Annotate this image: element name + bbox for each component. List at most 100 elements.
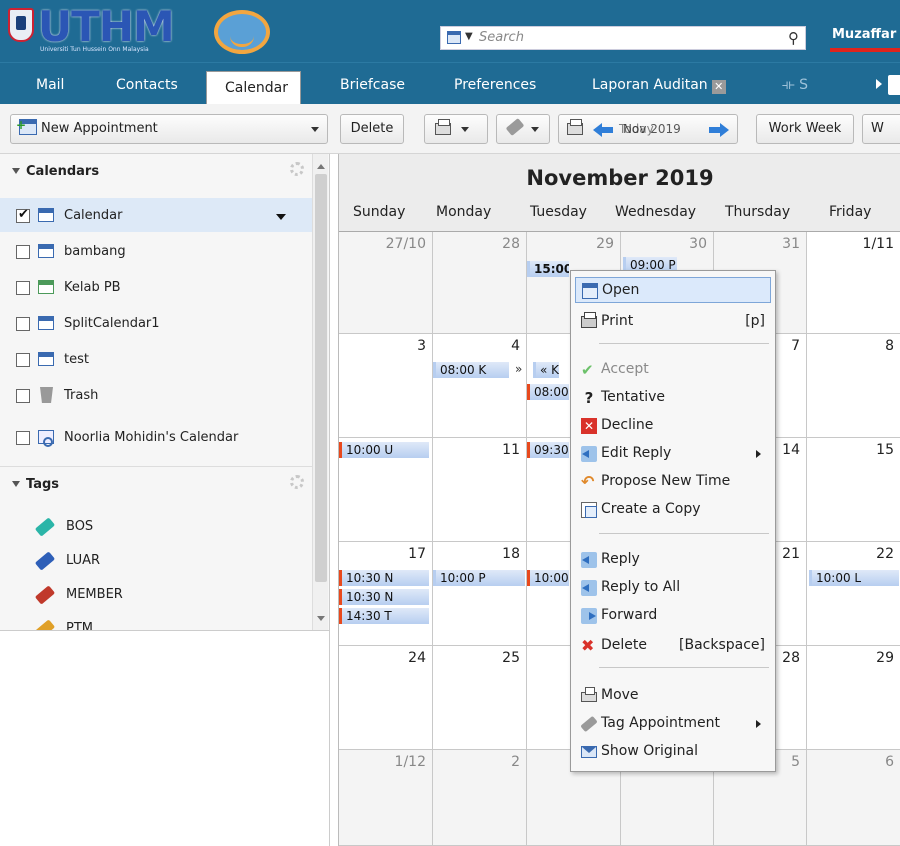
- scrollbar-thumb[interactable]: [315, 174, 327, 582]
- move-button[interactable]: [424, 114, 488, 144]
- chevron-down-icon[interactable]: [531, 127, 539, 132]
- tag-item-member[interactable]: MEMBER: [0, 578, 312, 612]
- day-number[interactable]: 4: [511, 338, 520, 354]
- day-number[interactable]: 1/11: [863, 236, 894, 252]
- user-name[interactable]: Muzaffar: [832, 27, 896, 42]
- collapse-triangle-icon[interactable]: [12, 481, 20, 487]
- calendar-checkbox[interactable]: [16, 317, 30, 331]
- tab-mail[interactable]: Mail: [36, 77, 64, 93]
- chevron-down-icon[interactable]: ▼: [465, 31, 473, 42]
- day-number[interactable]: 8: [885, 338, 894, 354]
- menu-item-edit-reply[interactable]: Edit Reply: [575, 441, 771, 467]
- sidebar-scrollbar[interactable]: [312, 154, 328, 630]
- tag-button[interactable]: [496, 114, 550, 144]
- menu-item-create-copy[interactable]: Create a Copy: [575, 497, 771, 523]
- day-number[interactable]: 29: [876, 650, 894, 666]
- day-number[interactable]: 22: [876, 546, 894, 562]
- printer-icon[interactable]: [567, 119, 583, 135]
- tab-contacts[interactable]: Contacts: [116, 77, 178, 93]
- more-appointments-icon[interactable]: »: [515, 362, 522, 376]
- day-number[interactable]: 21: [782, 546, 800, 562]
- menu-item-reply[interactable]: Reply: [575, 547, 771, 573]
- day-cell[interactable]: 1/11: [807, 232, 900, 334]
- collapse-triangle-icon[interactable]: [12, 168, 20, 174]
- sidebar-item-splitcalendar1[interactable]: SplitCalendar1: [0, 306, 312, 340]
- appointment-mon-18[interactable]: 10:00 P: [433, 570, 525, 586]
- day-cell[interactable]: 4: [433, 334, 527, 438]
- new-appointment-button[interactable]: New Appointment: [10, 111, 328, 144]
- calendar-search-scope-icon[interactable]: [447, 31, 461, 44]
- day-cell[interactable]: 29: [807, 646, 900, 750]
- day-number[interactable]: 18: [502, 546, 520, 562]
- day-number[interactable]: 17: [408, 546, 426, 562]
- appointment-sun-10[interactable]: 10:00 U: [339, 442, 429, 458]
- day-cell[interactable]: 27/10: [339, 232, 433, 334]
- menu-item-print[interactable]: Print [p]: [575, 309, 771, 335]
- tabs-scroll-right-icon[interactable]: [876, 79, 886, 89]
- calendar-checkbox[interactable]: [16, 207, 30, 223]
- day-number[interactable]: 15: [876, 442, 894, 458]
- menu-item-reply-all[interactable]: Reply to All: [575, 575, 771, 601]
- previous-arrow-icon[interactable]: [593, 121, 613, 137]
- day-cell[interactable]: 11: [433, 438, 527, 542]
- search-icon[interactable]: ⚲: [788, 29, 799, 47]
- sidebar-item-calendar[interactable]: Calendar: [0, 198, 312, 232]
- day-number[interactable]: 7: [791, 338, 800, 354]
- scroll-down-icon[interactable]: [317, 616, 325, 621]
- day-number[interactable]: 31: [782, 236, 800, 252]
- menu-item-decline[interactable]: ✕ Decline: [575, 413, 771, 439]
- appointment-sun-17b[interactable]: 10:30 N: [339, 589, 429, 605]
- calendars-section-header[interactable]: Calendars: [0, 154, 312, 188]
- day-number[interactable]: 29: [596, 236, 614, 252]
- sidebar-item-bambang[interactable]: bambang: [0, 234, 312, 268]
- day-number[interactable]: 25: [502, 650, 520, 666]
- sidebar-item-kelab-pb[interactable]: Kelab PB: [0, 270, 312, 304]
- tab-briefcase[interactable]: Briefcase: [340, 77, 405, 93]
- calendar-checkbox[interactable]: [16, 431, 30, 445]
- menu-item-propose-new-time[interactable]: ↶ Propose New Time: [575, 469, 771, 495]
- tab-laporan-auditan[interactable]: Laporan Auditan ✕: [592, 77, 726, 94]
- next-arrow-icon[interactable]: [709, 121, 729, 137]
- menu-item-show-original[interactable]: Show Original: [575, 739, 771, 765]
- tags-section-header[interactable]: Tags: [0, 466, 312, 500]
- chevron-down-icon[interactable]: [461, 127, 469, 132]
- menu-item-tentative[interactable]: ? Tentative: [575, 385, 771, 411]
- day-number[interactable]: 27/10: [386, 236, 426, 252]
- menu-item-move[interactable]: Move: [575, 683, 771, 709]
- chevron-down-icon[interactable]: [276, 214, 286, 220]
- menu-item-delete[interactable]: ✖ Delete [Backspace]: [575, 633, 771, 659]
- day-cell[interactable]: 6: [807, 750, 900, 846]
- scroll-up-icon[interactable]: [317, 164, 325, 169]
- calendar-checkbox[interactable]: [16, 353, 30, 367]
- day-number[interactable]: 11: [502, 442, 520, 458]
- menu-item-tag-appointment[interactable]: Tag Appointment: [575, 711, 771, 737]
- chevron-down-icon[interactable]: [311, 127, 319, 132]
- menu-item-forward[interactable]: Forward: [575, 603, 771, 629]
- sidebar-item-test[interactable]: test: [0, 342, 312, 376]
- day-cell[interactable]: 18: [433, 542, 527, 646]
- appointment-tue-12[interactable]: 09:30: [527, 442, 569, 458]
- work-week-button[interactable]: Work Week: [756, 114, 854, 144]
- day-cell[interactable]: 28: [433, 232, 527, 334]
- gear-icon[interactable]: [290, 162, 304, 176]
- appointment-tue-29[interactable]: 15:00 L: [527, 261, 569, 277]
- day-cell[interactable]: 25: [433, 646, 527, 750]
- day-number[interactable]: 24: [408, 650, 426, 666]
- day-cell[interactable]: 3: [339, 334, 433, 438]
- gear-icon[interactable]: [290, 475, 304, 489]
- day-number[interactable]: 3: [417, 338, 426, 354]
- day-cell[interactable]: 22: [807, 542, 900, 646]
- delete-button[interactable]: Delete: [340, 114, 404, 144]
- day-number[interactable]: 6: [885, 754, 894, 770]
- tag-item-ptm[interactable]: PTM: [0, 612, 312, 630]
- day-number[interactable]: 30: [689, 236, 707, 252]
- calendar-checkbox[interactable]: [16, 245, 30, 259]
- day-cell[interactable]: 8: [807, 334, 900, 438]
- day-cell[interactable]: 15: [807, 438, 900, 542]
- menu-item-open[interactable]: Open: [575, 277, 771, 303]
- search-input[interactable]: ▼ Search ⚲: [440, 26, 806, 50]
- appointment-fri-22[interactable]: 10:00 L: [809, 570, 899, 586]
- appointment-tue-19[interactable]: 10:00: [527, 570, 569, 586]
- appointment-mon-4[interactable]: 08:00 K: [433, 362, 509, 378]
- appointment-sun-17c[interactable]: 14:30 T: [339, 608, 429, 624]
